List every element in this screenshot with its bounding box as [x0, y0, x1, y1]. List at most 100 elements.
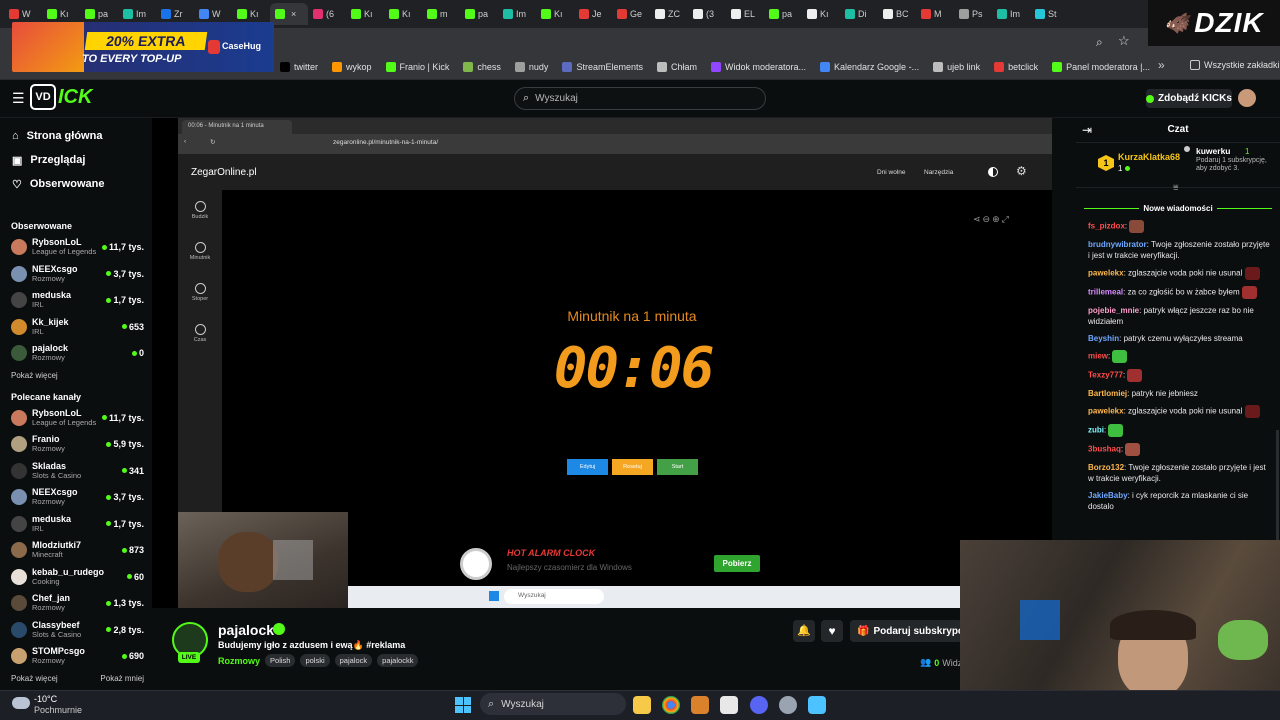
zoom-icon[interactable]: ⌕ [1096, 35, 1103, 50]
app-icon-2[interactable] [720, 696, 738, 714]
chat-username[interactable]: zubi [1088, 426, 1104, 435]
tab-close-icon[interactable]: × [291, 9, 296, 19]
search-input[interactable]: ⌕ Wyszukaj [514, 87, 766, 110]
browser-tab[interactable]: Im [992, 3, 1030, 25]
browser-tab[interactable]: (6 [308, 3, 346, 25]
streamer-name[interactable]: pajalock [218, 622, 274, 638]
bookmark-item[interactable]: StreamElements [562, 61, 643, 72]
bookmark-item[interactable]: Widok moderatora... [710, 61, 806, 72]
browser-tab[interactable]: pa [764, 3, 802, 25]
bookmark-item[interactable]: Chłam [656, 61, 697, 72]
get-kicks-button[interactable]: Zdobądź KICKs [1146, 89, 1232, 108]
follow-heart-button[interactable]: ♥ [821, 620, 843, 642]
browser-tab[interactable]: Kı [802, 3, 840, 25]
discord-icon[interactable] [750, 696, 768, 714]
channel-item[interactable]: Skladas Slots & Casino 341 [0, 458, 152, 485]
browser-tab[interactable]: Di [840, 3, 878, 25]
menu-icon[interactable]: ☰ [12, 90, 25, 107]
channel-item[interactable]: Mlodziutki7 Minecraft 873 [0, 537, 152, 564]
chat-username[interactable]: JakieBaby [1088, 491, 1128, 500]
windows-start-icon[interactable] [455, 697, 471, 713]
stream-tag[interactable]: pajalockk [377, 654, 419, 667]
channel-item[interactable]: Franio Rozmowy 5,9 tys. [0, 431, 152, 458]
bookmark-item[interactable]: ujeb link [933, 61, 980, 72]
all-bookmarks[interactable]: Wszystkie zakładki [1190, 60, 1280, 70]
browser-tab[interactable]: × [270, 3, 308, 25]
channel-item[interactable]: RybsonLoL League of Legends 11,7 tys. [0, 234, 152, 261]
chat-username[interactable]: 3bushaq [1088, 445, 1121, 454]
browser-tab[interactable]: Ge [612, 3, 650, 25]
stream-category[interactable]: Rozmowy [218, 656, 260, 666]
browser-tab[interactable]: (3 [688, 3, 726, 25]
stream-tag[interactable]: pajalock [334, 654, 373, 667]
notepad-icon[interactable] [808, 696, 826, 714]
bookmark-item[interactable]: betclick [994, 61, 1038, 72]
browser-tab[interactable]: St [1030, 3, 1068, 25]
chrome-icon[interactable] [662, 696, 680, 714]
chat-username[interactable]: Beyshin [1088, 334, 1119, 343]
channel-item[interactable]: Kk_kijek IRL 653 [0, 314, 152, 341]
bookmark-item[interactable]: Franio | Kick [385, 61, 449, 72]
file-explorer-icon[interactable] [633, 696, 651, 714]
chat-username[interactable]: trillemeal [1088, 288, 1123, 297]
stream-tag[interactable]: Polish [265, 654, 296, 667]
bookmark-item[interactable]: wykop [332, 61, 372, 72]
bookmark-star-icon[interactable]: ☆ [1118, 33, 1130, 49]
browser-tab[interactable]: Ps [954, 3, 992, 25]
stream-tag[interactable]: polski [300, 654, 330, 667]
show-more-recommended[interactable]: Pokaż więcej [0, 670, 58, 688]
nav-home[interactable]: ⌂ Strona główna [0, 124, 152, 148]
browser-tab[interactable]: Kı [346, 3, 384, 25]
channel-item[interactable]: meduska IRL 1,7 tys. [0, 287, 152, 314]
browser-tab[interactable]: EL [726, 3, 764, 25]
settings-icon[interactable] [779, 696, 797, 714]
kick-logo[interactable]: VD ICK [30, 84, 96, 110]
bookmark-item[interactable]: Panel moderatora |... [1052, 61, 1150, 72]
weather-temp[interactable]: -10°C [34, 694, 57, 704]
channel-item[interactable]: pajalock Rozmowy 0 [0, 340, 152, 367]
chat-username[interactable]: Bartlomiej [1088, 389, 1127, 398]
more-bookmarks-icon[interactable]: » [1158, 58, 1165, 72]
browser-tab[interactable]: ZC [650, 3, 688, 25]
channel-item[interactable]: Chef_jan Rozmowy 1,3 tys. [0, 590, 152, 617]
bookmark-item[interactable]: Kalendarz Google -... [820, 61, 919, 72]
user-avatar[interactable] [1238, 89, 1256, 107]
browser-tab[interactable]: Kı [536, 3, 574, 25]
gift-subscription-button[interactable]: 🎁 Podaruj subskrypcję [850, 620, 962, 642]
notification-bell-button[interactable]: 🔔 [793, 620, 815, 642]
channel-item[interactable]: STOMPcsgo Rozmowy 690 [0, 643, 152, 670]
taskbar-search[interactable]: ⌕ Wyszukaj [480, 693, 626, 715]
channel-item[interactable]: NEEXcsgo Rozmowy 3,7 tys. [0, 261, 152, 288]
app-icon[interactable] [691, 696, 709, 714]
chat-username[interactable]: pojebie_mnie [1088, 306, 1139, 315]
show-less-recommended[interactable]: Pokaż mniej [89, 670, 144, 688]
chat-username[interactable]: Texzy777 [1088, 371, 1123, 380]
nav-browse[interactable]: ▣ Przeglądaj [0, 148, 152, 172]
channel-item[interactable]: Classybeef Slots & Casino 2,8 tys. [0, 617, 152, 644]
channel-item[interactable]: NEEXcsgo Rozmowy 3,7 tys. [0, 484, 152, 511]
browser-tab[interactable]: m [422, 3, 460, 25]
bookmark-item[interactable]: nudy [514, 61, 548, 72]
new-messages-divider[interactable]: Nowe wiadomości [1084, 202, 1273, 214]
chat-username[interactable]: fs_pizdox [1088, 222, 1125, 231]
chat-username[interactable]: pawelekx [1088, 269, 1124, 278]
channel-item[interactable]: meduska IRL 1,7 tys. [0, 511, 152, 538]
chat-username[interactable]: pawelekx [1088, 407, 1124, 416]
browser-tab[interactable]: Kı [384, 3, 422, 25]
chat-username[interactable]: miew [1088, 352, 1108, 361]
nav-following[interactable]: ♡ Obserwowane [0, 172, 152, 196]
show-more-followed[interactable]: Pokaż więcej [0, 367, 152, 385]
bookmark-item[interactable]: chess [463, 61, 501, 72]
chat-scrollbar[interactable] [1276, 430, 1279, 542]
browser-tab[interactable]: Je [574, 3, 612, 25]
browser-tab[interactable]: M [916, 3, 954, 25]
chat-username[interactable]: Borzo132 [1088, 463, 1124, 472]
channel-item[interactable]: kebab_u_rudego Cooking 60 [0, 564, 152, 591]
browser-tab[interactable]: BC [878, 3, 916, 25]
bookmark-item[interactable]: twitter [280, 61, 318, 72]
filter-icon[interactable]: ⩸ [1173, 182, 1178, 193]
browser-tab[interactable]: Im [498, 3, 536, 25]
chat-username[interactable]: brudnywibrator [1088, 240, 1147, 249]
browser-tab[interactable]: pa [460, 3, 498, 25]
channel-item[interactable]: RybsonLoL League of Legends 11,7 tys. [0, 405, 152, 432]
